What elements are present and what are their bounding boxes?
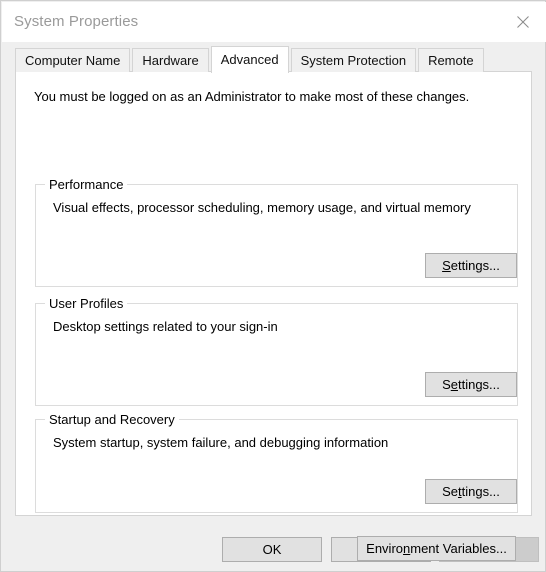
ok-button[interactable]: OK [222, 537, 322, 562]
accel-char: e [451, 377, 458, 392]
tab-system-protection[interactable]: System Protection [291, 48, 417, 72]
tab-computer-name[interactable]: Computer Name [15, 48, 130, 72]
label-prefix: S [442, 377, 451, 392]
group-user-profiles-legend: User Profiles [45, 296, 127, 311]
advanced-tab-panel: You must be logged on as an Administrato… [15, 71, 532, 516]
title-bar: System Properties [2, 2, 546, 42]
label-prefix: Enviro [366, 541, 403, 556]
performance-settings-button[interactable]: Settings... [425, 253, 517, 278]
user-profiles-settings-button[interactable]: Settings... [425, 372, 517, 397]
startup-settings-button[interactable]: Settings... [425, 479, 517, 504]
group-user-profiles-description: Desktop settings related to your sign-in [53, 319, 278, 334]
group-user-profiles: User Profiles Desktop settings related t… [35, 303, 518, 406]
close-button[interactable] [500, 2, 546, 42]
window-title: System Properties [14, 13, 138, 30]
group-startup-description: System startup, system failure, and debu… [53, 435, 388, 450]
tab-hardware[interactable]: Hardware [132, 48, 208, 72]
group-performance: Performance Visual effects, processor sc… [35, 184, 518, 287]
accel-char: S [442, 258, 451, 273]
label-prefix: Se [442, 484, 458, 499]
tab-remote[interactable]: Remote [418, 48, 484, 72]
group-startup-legend: Startup and Recovery [45, 412, 179, 427]
environment-variables-button[interactable]: Environment Variables... [357, 536, 516, 561]
group-performance-description: Visual effects, processor scheduling, me… [53, 200, 471, 215]
label-suffix: ettings... [451, 258, 500, 273]
group-startup-and-recovery: Startup and Recovery System startup, sys… [35, 419, 518, 513]
group-performance-legend: Performance [45, 177, 127, 192]
administrator-notice: You must be logged on as an Administrato… [34, 89, 469, 104]
system-properties-dialog: System Properties Computer Name Hardware… [0, 0, 546, 572]
tab-strip: Computer Name Hardware Advanced System P… [15, 46, 486, 72]
tab-advanced[interactable]: Advanced [211, 46, 289, 73]
close-icon [517, 16, 530, 29]
label-suffix: ttings... [458, 377, 500, 392]
label-suffix: ment Variables... [410, 541, 507, 556]
label-suffix: tings... [462, 484, 500, 499]
